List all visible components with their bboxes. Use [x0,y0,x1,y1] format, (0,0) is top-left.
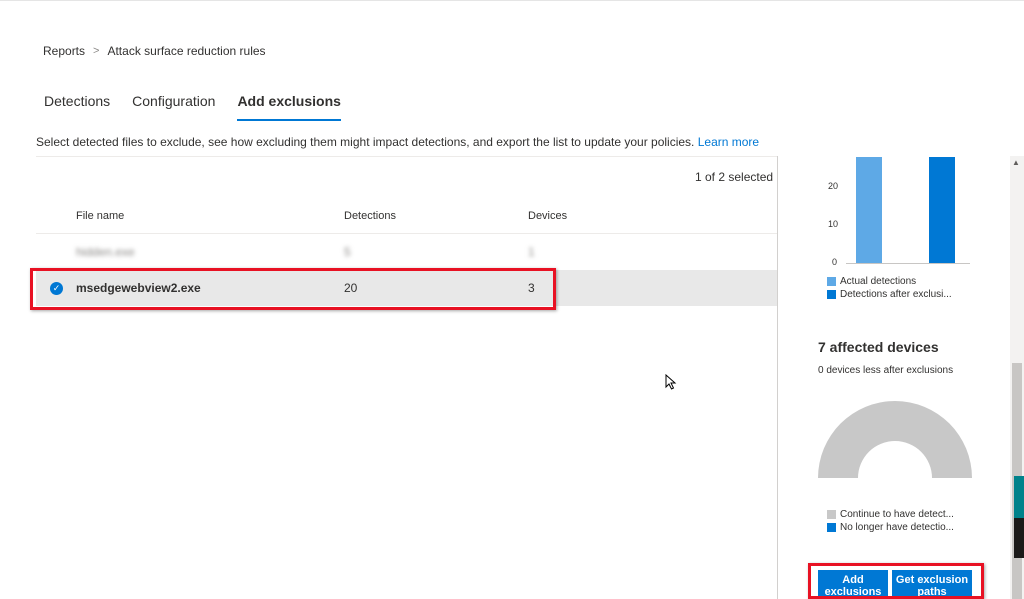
mouse-cursor-icon [665,374,677,390]
description-text: Select detected files to exclude, see ho… [36,135,695,149]
legend-swatch [827,523,836,532]
tab-add-exclusions[interactable]: Add exclusions [237,93,341,121]
legend-label: Actual detections [840,276,917,287]
column-header-file-name[interactable]: File name [76,210,124,222]
breadcrumb-reports[interactable]: Reports [43,44,85,58]
breadcrumb-current: Attack surface reduction rules [107,44,266,58]
panel-divider [777,156,778,599]
chevron-right-icon: > [93,45,100,57]
legend-label: Detections after exclusi... [840,289,952,300]
devices-cell: 1 [528,245,535,259]
selected-count: 1 of 2 selected [695,170,774,184]
breadcrumb: Reports > Attack surface reduction rules [43,44,266,58]
file-name-cell: hidden.exe [76,245,135,259]
legend-item: Actual detections [827,276,916,287]
bar-actual-detections [856,157,882,263]
tab-detections[interactable]: Detections [44,93,110,121]
legend-item: Continue to have detect... [827,509,954,520]
legend-swatch [827,290,836,299]
table-row[interactable]: hidden.exe 5 1 [36,234,777,270]
table-row-selected[interactable]: ✓ msedgewebview2.exe 20 3 [36,270,777,306]
get-exclusion-paths-button[interactable]: Get exclusion paths [892,570,972,599]
chart-baseline [846,263,970,264]
legend-item: Detections after exclusi... [827,289,952,300]
y-tick-label: 10 [828,219,839,229]
devices-donut-chart [818,401,972,478]
detections-cell: 20 [344,281,358,295]
legend-item: No longer have detectio... [827,522,954,533]
add-exclusions-button[interactable]: Add exclusions [818,570,888,599]
column-header-detections[interactable]: Detections [344,210,396,222]
side-edge-strip [1014,476,1024,518]
tab-bar: Detections Configuration Add exclusions [44,93,363,121]
legend-swatch [827,277,836,286]
page-description: Select detected files to exclude, see ho… [36,135,759,149]
devices-cell: 3 [528,281,535,295]
affected-devices-subtitle: 0 devices less after exclusions [818,365,954,376]
scroll-up-arrow-icon[interactable]: ▲ [1012,158,1020,167]
y-tick-label: 0 [832,257,838,267]
legend-swatch [827,510,836,519]
column-header-devices[interactable]: Devices [528,210,567,222]
affected-devices-title: 7 affected devices [818,339,939,355]
check-circle-icon[interactable]: ✓ [50,282,63,295]
tab-configuration[interactable]: Configuration [132,93,215,121]
learn-more-link[interactable]: Learn more [698,135,759,149]
divider [36,156,777,157]
top-border [0,0,1024,1]
detections-cell: 5 [344,245,351,259]
y-tick-label: 20 [828,181,839,191]
bar-detections-after-exclusion [929,157,955,263]
donut-segment-continue [818,401,972,478]
side-edge-strip-dark [1014,518,1024,558]
legend-label: Continue to have detect... [840,509,954,520]
file-name-cell: msedgewebview2.exe [76,281,201,295]
legend-label: No longer have detectio... [840,522,954,533]
